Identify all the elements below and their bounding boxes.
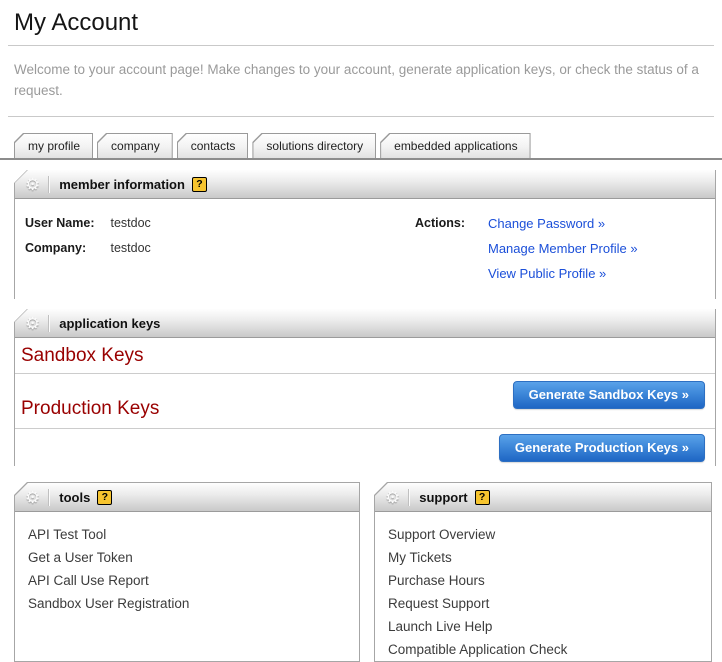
- tools-header: ⚙ tools ?: [15, 483, 359, 512]
- production-button-row: Generate Production Keys »: [15, 429, 715, 466]
- actions-label: Actions:: [415, 216, 488, 281]
- tab-bar: my profile company contacts solutions di…: [0, 133, 722, 160]
- sandbox-button-row: Generate Sandbox Keys » Production Keys: [15, 374, 715, 429]
- generate-sandbox-keys-button[interactable]: Generate Sandbox Keys »: [513, 381, 705, 409]
- support-item-purchase-hours[interactable]: Purchase Hours: [388, 569, 485, 592]
- support-item-launch-live-help[interactable]: Launch Live Help: [388, 615, 492, 638]
- divider: [48, 489, 50, 506]
- member-information-body: User Name: testdoc Company: testdoc Acti…: [15, 199, 715, 299]
- support-panel: ⚙ support ? Support Overview My Tickets …: [374, 482, 712, 662]
- tools-item-get-a-user-token[interactable]: Get a User Token: [28, 546, 133, 569]
- tab-label: contacts: [178, 134, 248, 158]
- field-row-username: User Name: testdoc: [25, 216, 415, 231]
- gear-icon: ⚙: [25, 176, 40, 193]
- member-actions: Actions: Change Password » Manage Member…: [415, 216, 638, 281]
- divider: [48, 176, 50, 193]
- divider: [8, 45, 714, 46]
- field-row-company: Company: testdoc: [25, 241, 415, 256]
- tab-label: my profile: [15, 134, 92, 158]
- divider: [48, 315, 50, 332]
- panel-title: support: [419, 490, 467, 505]
- help-icon[interactable]: ?: [192, 177, 207, 192]
- tools-item-sandbox-user-registration[interactable]: Sandbox User Registration: [28, 592, 189, 615]
- change-password-link[interactable]: Change Password »: [488, 216, 638, 231]
- support-item-support-overview[interactable]: Support Overview: [388, 523, 495, 546]
- tools-item-api-test-tool[interactable]: API Test Tool: [28, 523, 106, 546]
- tab-label: company: [98, 134, 172, 158]
- help-icon[interactable]: ?: [97, 490, 112, 505]
- panel-title: tools: [59, 490, 90, 505]
- divider: [408, 489, 410, 506]
- support-item-my-tickets[interactable]: My Tickets: [388, 546, 452, 569]
- manage-member-profile-link[interactable]: Manage Member Profile »: [488, 241, 638, 256]
- member-information-header: ⚙ member information ?: [15, 170, 715, 199]
- tools-item-api-call-use-report[interactable]: API Call Use Report: [28, 569, 149, 592]
- support-header: ⚙ support ?: [375, 483, 711, 512]
- username-value: testdoc: [110, 216, 150, 230]
- action-links: Change Password » Manage Member Profile …: [488, 216, 638, 281]
- tools-panel: ⚙ tools ? API Test Tool Get a User Token…: [14, 482, 360, 662]
- application-keys-header: ⚙ application keys: [15, 309, 715, 338]
- panel-title: member information: [59, 177, 185, 192]
- support-item-compatible-application-check[interactable]: Compatible Application Check: [388, 638, 567, 661]
- bottom-columns: ⚙ tools ? API Test Tool Get a User Token…: [14, 482, 722, 662]
- tab-label: solutions directory: [253, 134, 375, 158]
- member-fields: User Name: testdoc Company: testdoc: [25, 216, 415, 281]
- welcome-text: Welcome to your account page! Make chang…: [14, 59, 714, 101]
- application-keys-panel: ⚙ application keys Sandbox Keys Generate…: [14, 309, 716, 466]
- tab-my-profile[interactable]: my profile: [14, 133, 93, 158]
- sandbox-keys-heading: Sandbox Keys: [21, 345, 144, 366]
- tab-solutions-directory[interactable]: solutions directory: [252, 133, 376, 158]
- tab-label: embedded applications: [381, 134, 529, 158]
- tools-list: API Test Tool Get a User Token API Call …: [15, 512, 359, 615]
- username-label: User Name:: [25, 216, 107, 231]
- tab-contacts[interactable]: contacts: [177, 133, 249, 158]
- gear-icon: ⚙: [385, 489, 400, 506]
- divider: [8, 116, 714, 117]
- view-public-profile-link[interactable]: View Public Profile »: [488, 266, 638, 281]
- company-label: Company:: [25, 241, 107, 256]
- support-item-request-support[interactable]: Request Support: [388, 592, 489, 615]
- panel-title: application keys: [59, 316, 160, 331]
- member-information-panel: ⚙ member information ? User Name: testdo…: [14, 170, 716, 299]
- gear-icon: ⚙: [25, 315, 40, 332]
- my-account-page: My Account Welcome to your account page!…: [0, 9, 722, 645]
- support-list: Support Overview My Tickets Purchase Hou…: [375, 512, 711, 661]
- tab-embedded-applications[interactable]: embedded applications: [380, 133, 530, 158]
- gear-icon: ⚙: [25, 489, 40, 506]
- help-icon[interactable]: ?: [475, 490, 490, 505]
- company-value: testdoc: [110, 241, 150, 255]
- tab-company[interactable]: company: [97, 133, 173, 158]
- generate-production-keys-button[interactable]: Generate Production Keys »: [499, 434, 705, 462]
- page-title: My Account: [14, 9, 716, 37]
- sandbox-keys-row: Sandbox Keys: [15, 338, 715, 374]
